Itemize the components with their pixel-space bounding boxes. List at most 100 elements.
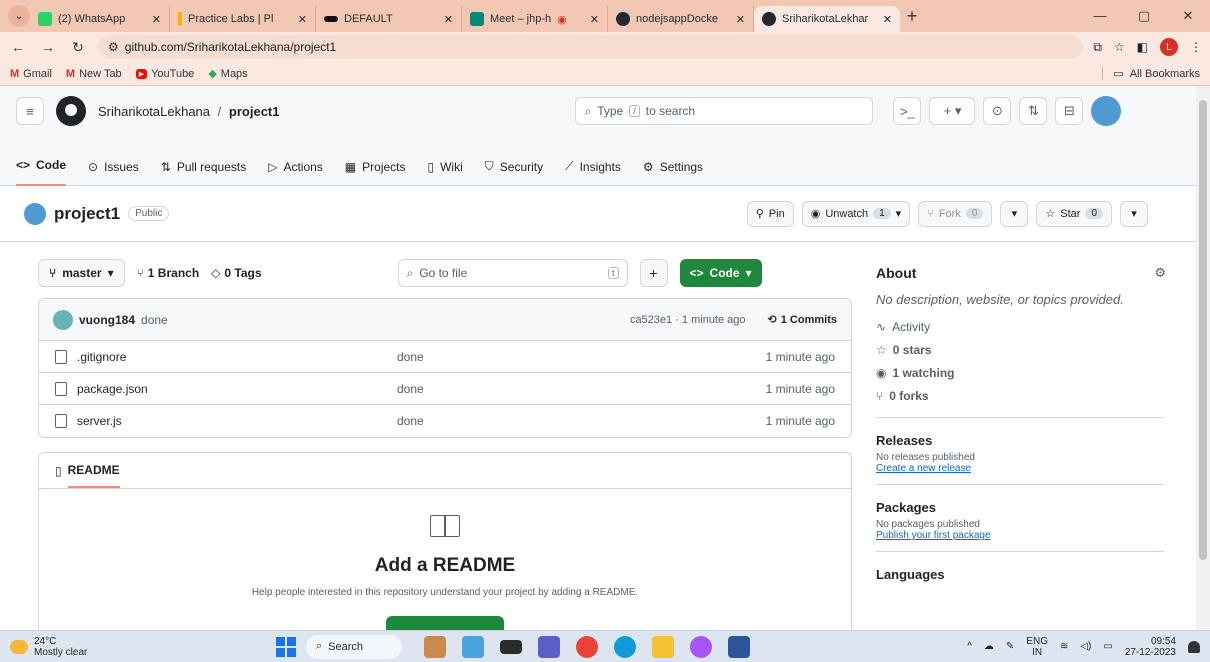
file-explorer-icon[interactable] — [652, 635, 674, 658]
close-icon[interactable]: ✕ — [736, 13, 745, 26]
readme-tab[interactable]: ▯ README — [39, 453, 851, 489]
fork-dropdown-button[interactable]: ▾ — [1000, 200, 1029, 227]
star-dropdown-button[interactable]: ▾ — [1120, 200, 1148, 227]
close-icon[interactable]: ✕ — [152, 13, 161, 26]
browser-tab-practice-labs[interactable]: Practice Labs | Pl ✕ — [170, 6, 316, 32]
wifi-icon[interactable]: ≋ — [1060, 641, 1068, 652]
user-avatar[interactable] — [1091, 96, 1122, 126]
close-icon[interactable]: ✕ — [444, 13, 453, 26]
repo-link[interactable]: project1 — [229, 104, 280, 119]
command-palette-icon[interactable]: >_ — [893, 97, 922, 125]
tab-actions[interactable]: ▷ Actions — [268, 160, 323, 186]
commit-meta[interactable]: ca523e1 · 1 minute ago — [630, 314, 746, 326]
new-tab-button[interactable]: + — [900, 6, 924, 27]
tab-security[interactable]: ⛉ Security — [485, 159, 543, 186]
clock[interactable]: 09:54 27-12-2023 — [1125, 636, 1176, 658]
bookmark-gmail[interactable]: M Gmail — [10, 68, 52, 80]
tags-link[interactable]: ◇ 0 Tags — [211, 266, 261, 280]
browser-tab-default[interactable]: DEFAULT ✕ — [316, 6, 462, 32]
file-row[interactable]: .gitignore done 1 minute ago — [39, 341, 851, 373]
battery-icon[interactable]: ▭ — [1103, 641, 1112, 652]
close-icon[interactable]: ✕ — [298, 13, 307, 26]
pull-requests-icon[interactable]: ⇅ — [1019, 97, 1048, 125]
chrome-app-icon[interactable] — [576, 635, 598, 658]
tab-code[interactable]: <> Code — [16, 158, 67, 186]
fork-button[interactable]: ⑂ Fork 0 — [918, 200, 993, 227]
cast-icon[interactable]: ⧉ — [1093, 40, 1102, 55]
hamburger-menu-icon[interactable]: ≡ — [16, 97, 44, 125]
add-readme-button[interactable] — [386, 616, 504, 630]
scrollbar-thumb[interactable] — [1199, 100, 1207, 560]
tab-settings[interactable]: ⚙ Settings — [643, 160, 703, 186]
bookmark-maps[interactable]: ◆ Maps — [208, 67, 247, 81]
add-file-button[interactable]: + — [639, 259, 668, 287]
commit-author-avatar[interactable] — [53, 309, 73, 330]
word-app-icon[interactable] — [728, 635, 750, 658]
notification-bell-icon[interactable] — [1188, 640, 1200, 653]
file-commit-message[interactable]: done — [397, 414, 766, 428]
owner-link[interactable]: SriharikotaLekhana — [98, 104, 210, 119]
issues-icon[interactable]: ⊙ — [983, 97, 1012, 125]
create-new-button[interactable]: + ▾ — [929, 97, 976, 125]
pen-icon[interactable]: ✎ — [1006, 641, 1014, 652]
back-icon[interactable]: ← — [8, 39, 28, 55]
commit-message[interactable]: done — [141, 313, 168, 327]
search-input[interactable]: ⌕ Type / to search — [575, 97, 874, 125]
more-menu-icon[interactable]: ⋮ — [1190, 40, 1202, 54]
stars-link[interactable]: ☆ 0 stars — [876, 338, 1166, 361]
file-commit-message[interactable]: done — [397, 382, 766, 396]
taskbar-search[interactable]: ⌕ Search — [306, 634, 402, 659]
forks-link[interactable]: ⑂ 0 forks — [876, 384, 1166, 407]
site-info-icon[interactable]: ⚙ — [108, 40, 119, 54]
preview-app-icon[interactable] — [462, 635, 484, 658]
forward-icon[interactable]: → — [38, 39, 58, 55]
go-to-file-input[interactable]: ⌕ Go to file t — [397, 259, 628, 287]
file-name[interactable]: server.js — [77, 414, 397, 428]
tab-issues[interactable]: ⊙ Issues — [88, 160, 139, 186]
activity-link[interactable]: ∿ Activity — [876, 315, 1166, 338]
side-panel-icon[interactable]: ◧ — [1137, 40, 1148, 54]
language-indicator[interactable]: ENG IN — [1026, 636, 1048, 658]
gear-icon[interactable]: ⚙ — [1154, 265, 1166, 281]
weather-widget[interactable]: 24°C Mostly clear — [0, 636, 200, 658]
code-button[interactable]: <> Code ▾ — [679, 259, 762, 287]
tab-wiki[interactable]: ▯ Wiki — [428, 160, 463, 186]
close-icon[interactable]: ✕ — [883, 13, 892, 26]
maximize-icon[interactable]: ▢ — [1122, 8, 1166, 24]
star-button[interactable]: ☆ Star 0 — [1036, 200, 1112, 227]
commits-link[interactable]: ⟲ 1 Commits — [768, 313, 837, 327]
teams-app-icon[interactable] — [538, 635, 560, 658]
bookmark-star-icon[interactable]: ☆ — [1114, 40, 1125, 54]
edge-app-icon[interactable] — [614, 635, 636, 658]
inbox-icon[interactable]: ⊟ — [1055, 97, 1084, 125]
file-row[interactable]: server.js done 1 minute ago — [39, 405, 851, 437]
tab-projects[interactable]: ▦ Projects — [345, 160, 406, 186]
pin-button[interactable]: ⚲ Pin — [746, 200, 794, 227]
bookmark-youtube[interactable]: ▶ YouTube — [135, 68, 194, 80]
repo-name[interactable]: project1 — [54, 204, 120, 224]
url-field[interactable]: ⚙ github.com/SriharikotaLekhana/project1 — [98, 35, 1084, 59]
paint-app-icon[interactable] — [690, 635, 712, 658]
chevron-up-icon[interactable]: ^ — [967, 641, 972, 652]
branch-selector[interactable]: ⑂ master ▾ — [38, 259, 125, 287]
create-release-link[interactable]: Create a new release — [876, 463, 1166, 474]
reload-icon[interactable]: ↻ — [68, 39, 88, 56]
file-row[interactable]: package.json done 1 minute ago — [39, 373, 851, 405]
file-name[interactable]: .gitignore — [77, 350, 397, 364]
releases-title[interactable]: Releases — [876, 428, 1166, 452]
browser-tab-nodejsapp[interactable]: nodejsappDocke ✕ — [608, 6, 754, 32]
watching-link[interactable]: ◉ 1 watching — [876, 361, 1166, 384]
all-bookmarks[interactable]: ▭ All Bookmarks — [1102, 67, 1200, 80]
branches-link[interactable]: ⑂ 1 Branch — [137, 266, 200, 280]
bookmark-new-tab[interactable]: M New Tab — [66, 68, 122, 80]
people-app-icon[interactable] — [424, 635, 446, 658]
volume-icon[interactable]: ◁) — [1080, 641, 1091, 652]
windows-start-icon[interactable] — [276, 636, 296, 657]
file-commit-message[interactable]: done — [397, 350, 766, 364]
github-logo-icon[interactable] — [56, 96, 86, 126]
publish-package-link[interactable]: Publish your first package — [876, 530, 1166, 541]
browser-tab-meet[interactable]: Meet – jhp-h ◉ ✕ — [462, 6, 608, 32]
cloud-icon[interactable]: ☁ — [984, 641, 994, 652]
browser-tab-active[interactable]: SriharikotaLekhar ✕ — [754, 6, 900, 32]
file-name[interactable]: package.json — [77, 382, 397, 396]
